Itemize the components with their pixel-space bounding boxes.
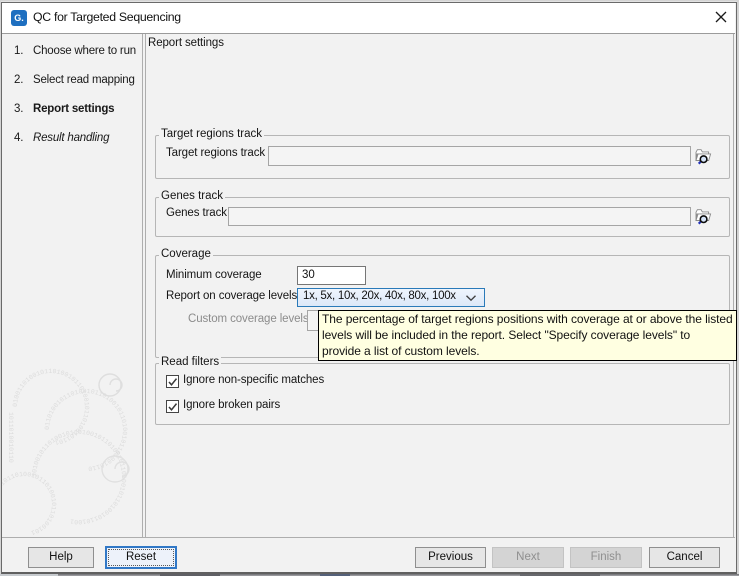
svg-text:101001011010010110100101101001: 1010010110100101101001011010010110100101… bbox=[31, 429, 127, 525]
svg-text:1011010010110: 1011010010110 bbox=[7, 412, 14, 463]
svg-text:101001011010010110100101101001: 10100101101001011010010110100101 bbox=[2, 471, 57, 536]
